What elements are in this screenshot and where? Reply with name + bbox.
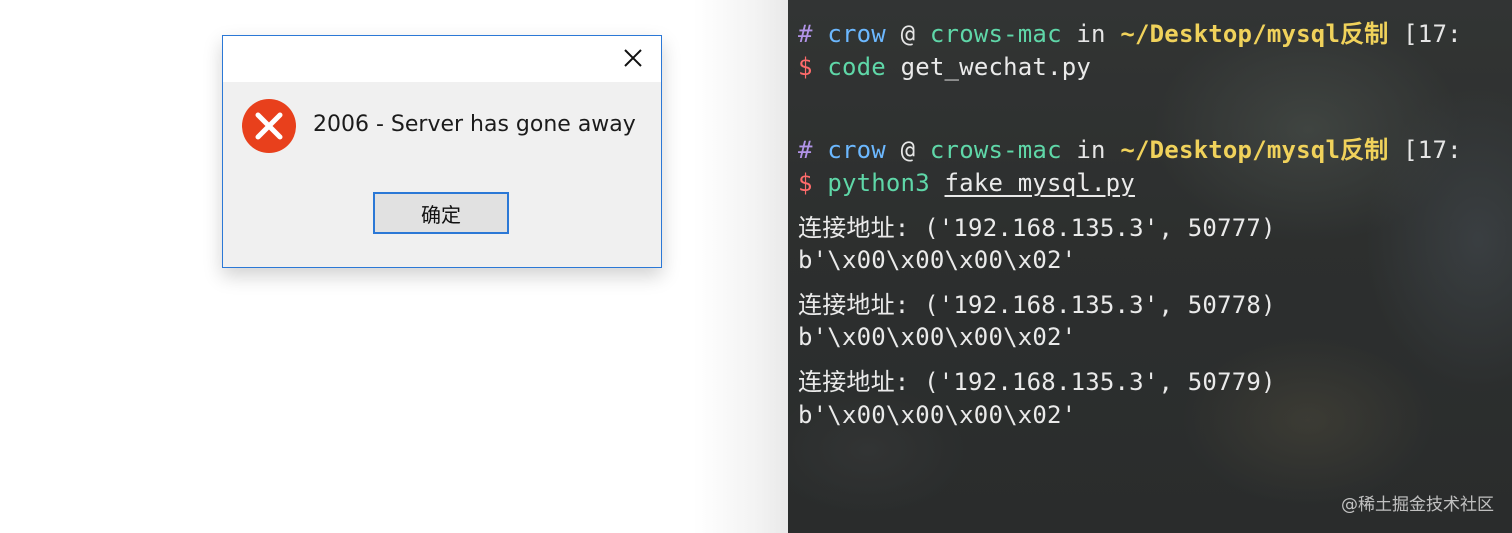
prompt-user: crow: [827, 20, 886, 48]
output-line: b'\x00\x00\x00\x02': [798, 323, 1077, 351]
prompt-in: in: [1076, 20, 1106, 48]
prompt-host: crows-mac: [929, 20, 1062, 48]
prompt-hash: #: [798, 20, 813, 48]
prompt-at: @: [900, 136, 916, 164]
output-line: 连接地址: ('192.168.135.3', 50777): [798, 214, 1276, 242]
prompt-at: @: [900, 20, 916, 48]
command-dollar: $: [798, 169, 813, 197]
error-dialog: 2006 - Server has gone away 确定: [222, 35, 662, 268]
prompt-path: ~/Desktop/mysql反制: [1120, 136, 1389, 164]
watermark: @稀土掘金技术社区: [1341, 495, 1494, 515]
error-icon: [241, 98, 297, 154]
command-line: $ code get_wechat.py: [798, 53, 1091, 81]
desktop-area: 2006 - Server has gone away 确定: [0, 0, 788, 533]
command-arg: get_wechat.py: [900, 53, 1092, 81]
prompt-hash: #: [798, 136, 813, 164]
command-name: code: [827, 53, 886, 81]
prompt-line: # crow @ crows-mac in ~/Desktop/mysql反制 …: [798, 130, 1462, 165]
prompt-in: in: [1076, 136, 1106, 164]
prompt-line: # crow @ crows-mac in ~/Desktop/mysql反制 …: [798, 14, 1462, 49]
prompt-time: [17:: [1403, 20, 1462, 48]
command-name: python3: [827, 169, 930, 197]
prompt-user: crow: [827, 136, 886, 164]
prompt-time: [17:: [1403, 136, 1462, 164]
output-line: b'\x00\x00\x00\x02': [798, 246, 1077, 274]
command-arg: fake_mysql.py: [944, 169, 1135, 197]
dialog-titlebar: [223, 36, 661, 82]
output-line: 连接地址: ('192.168.135.3', 50778): [798, 291, 1276, 319]
prompt-host: crows-mac: [929, 136, 1062, 164]
prompt-path: ~/Desktop/mysql反制: [1120, 20, 1389, 48]
dialog-message: 2006 - Server has gone away: [313, 112, 636, 137]
command-dollar: $: [798, 53, 813, 81]
ok-button[interactable]: 确定: [373, 192, 509, 234]
terminal-window[interactable]: # crow @ crows-mac in ~/Desktop/mysql反制 …: [788, 0, 1512, 533]
output-line: b'\x00\x00\x00\x02': [798, 401, 1077, 429]
output-line: 连接地址: ('192.168.135.3', 50779): [798, 368, 1276, 396]
command-line: $ python3 fake_mysql.py: [798, 169, 1135, 197]
close-icon[interactable]: [621, 46, 645, 70]
